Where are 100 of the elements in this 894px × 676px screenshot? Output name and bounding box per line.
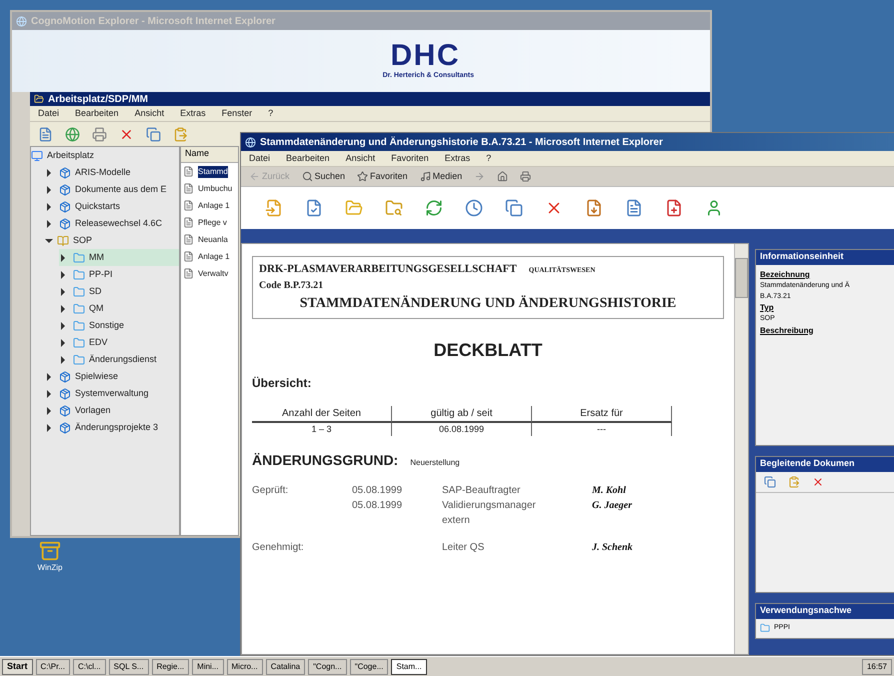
copy-icon[interactable] (505, 199, 523, 217)
tree-item[interactable]: MM (59, 249, 179, 266)
taskbar-button[interactable]: "Coge... (350, 658, 388, 674)
taskbar-button[interactable]: C:\cl... (72, 658, 106, 674)
tree-item[interactable]: Sonstige (59, 317, 179, 334)
tree-label: Spielwiese (75, 370, 118, 383)
taskbar-button[interactable]: C:\Pr... (36, 658, 70, 674)
folder-icon (73, 354, 85, 366)
document-check-icon[interactable] (305, 199, 323, 217)
printer-icon[interactable] (92, 126, 107, 142)
menu-item[interactable]: Ansicht (346, 152, 376, 166)
tree-item[interactable]: PP-PI (59, 266, 179, 283)
tree-item[interactable]: QM (59, 300, 179, 317)
delete-icon[interactable] (812, 476, 824, 488)
pdf-document-icon[interactable] (665, 199, 683, 217)
document-arrow-icon[interactable] (265, 199, 283, 217)
tree-label: Sonstige (89, 318, 124, 332)
tree-item[interactable]: Dokumente aus dem E (45, 181, 179, 198)
tree-item[interactable]: Spielwiese (45, 368, 179, 385)
tree-label: Dokumente aus dem E (75, 182, 167, 196)
file-item[interactable]: Anlage 1 (198, 250, 230, 262)
file-item[interactable]: Verwaltv (198, 268, 228, 280)
globe-icon[interactable] (65, 126, 80, 142)
archive-icon[interactable] (38, 540, 61, 562)
tree-item[interactable]: Änderungsprojekte 3 (45, 419, 179, 436)
copy-icon[interactable] (146, 126, 161, 142)
new-document-icon[interactable] (38, 126, 53, 142)
taskbar-button[interactable]: "Cogn... (308, 658, 347, 674)
taskbar-button[interactable]: Mini... (192, 658, 224, 674)
printer-icon[interactable] (520, 171, 532, 182)
package-icon (59, 422, 71, 434)
clock-icon[interactable] (465, 199, 483, 217)
document-icon (183, 183, 194, 194)
tree-label: ARIS-Modelle (75, 166, 131, 179)
desktop-icon-label[interactable]: WinZip (38, 562, 62, 574)
menu-item[interactable]: Bearbeiten (286, 152, 330, 166)
user-icon[interactable] (705, 199, 723, 217)
toolbar-button[interactable]: Medien (420, 170, 462, 184)
menu-item[interactable]: Extras (180, 106, 206, 120)
menu-item[interactable]: Ansicht (134, 106, 164, 120)
tree-item[interactable]: EDV (59, 334, 179, 351)
taskbar-button[interactable]: SQL S... (108, 658, 149, 674)
folder-icon (73, 252, 85, 264)
file-item[interactable]: Umbuchu (198, 182, 232, 194)
file-item[interactable]: Pflege v (198, 216, 227, 228)
package-icon (59, 218, 71, 230)
menu-item[interactable]: Favoriten (391, 152, 429, 166)
menu-item[interactable]: Extras (444, 152, 470, 166)
tree-item[interactable]: ARIS-Modelle (45, 164, 179, 181)
column-header[interactable]: Name (181, 147, 238, 163)
taskbar-button[interactable]: Regie... (152, 658, 190, 674)
home-icon[interactable] (497, 171, 508, 182)
menu-item[interactable]: Datei (38, 106, 60, 120)
start-button[interactable]: Start (2, 658, 33, 674)
taskbar-button[interactable]: Catalina (266, 658, 306, 674)
tree-item[interactable]: Quickstarts (45, 198, 179, 215)
tree-item[interactable]: SD (59, 283, 179, 300)
menu-item[interactable]: Datei (249, 152, 270, 166)
tree-item[interactable]: Systemverwaltung (45, 385, 179, 402)
tree-label: MM (89, 250, 104, 264)
refresh-icon[interactable] (425, 199, 443, 217)
tree-item[interactable]: Arbeitsplatz (31, 147, 179, 164)
taskbar-button[interactable]: Stam... (391, 658, 427, 674)
tree-item[interactable]: Vorlagen (45, 402, 179, 419)
file-item[interactable]: Neuanla (198, 234, 228, 246)
tree-label: Quickstarts (75, 200, 120, 213)
logo-text: DHC (390, 40, 460, 71)
scrollbar[interactable] (734, 244, 748, 654)
computer-icon (31, 150, 43, 162)
folder-icon (760, 623, 770, 634)
paste-icon[interactable] (788, 476, 800, 488)
reason-text: Neuerstellung (410, 457, 460, 469)
toolbar-button[interactable]: Suchen (302, 170, 346, 184)
document-icon[interactable] (625, 199, 643, 217)
table-cell: 1 – 3 (252, 422, 392, 436)
menu-item[interactable]: ? (486, 152, 492, 166)
window-title: Stammdatenänderung und Änderungshistorie B.A.73.21 - Microsoft Internet Explorer (260, 136, 663, 150)
file-item[interactable]: Stammd (198, 166, 228, 178)
tree-label: Änderungsdienst (89, 352, 157, 366)
menu-item[interactable]: ? (268, 106, 274, 120)
menu-item[interactable]: Fenster (222, 106, 252, 120)
tree-item[interactable]: Änderungsdienst (59, 351, 179, 368)
table-cell: 06.08.1999 (392, 422, 532, 436)
signoff-date: 05.08.1999 (352, 499, 404, 513)
panel-title: Informationseinheit (756, 250, 894, 265)
toolbar-button[interactable]: Favoriten (357, 170, 408, 184)
signoff-label: Geprüft: (252, 484, 290, 498)
menu-item[interactable]: Bearbeiten (75, 106, 119, 120)
document-icon (183, 200, 194, 211)
copy-icon[interactable] (764, 476, 776, 488)
taskbar-button[interactable]: Micro... (226, 658, 263, 674)
document-code: Code B.P.73.21 (259, 278, 324, 292)
tree-item[interactable]: Releasewechsel 4.6C (45, 215, 179, 232)
folder-icon (73, 320, 85, 332)
folder-search-icon[interactable] (385, 199, 403, 217)
tree-label: EDV (89, 336, 108, 349)
ie-icon (245, 136, 256, 148)
file-item[interactable]: Anlage 1 (198, 200, 230, 212)
signoff-label: Genehmigt: (252, 541, 305, 555)
explorer-title: Arbeitsplatz/SDP/MM (48, 92, 148, 106)
